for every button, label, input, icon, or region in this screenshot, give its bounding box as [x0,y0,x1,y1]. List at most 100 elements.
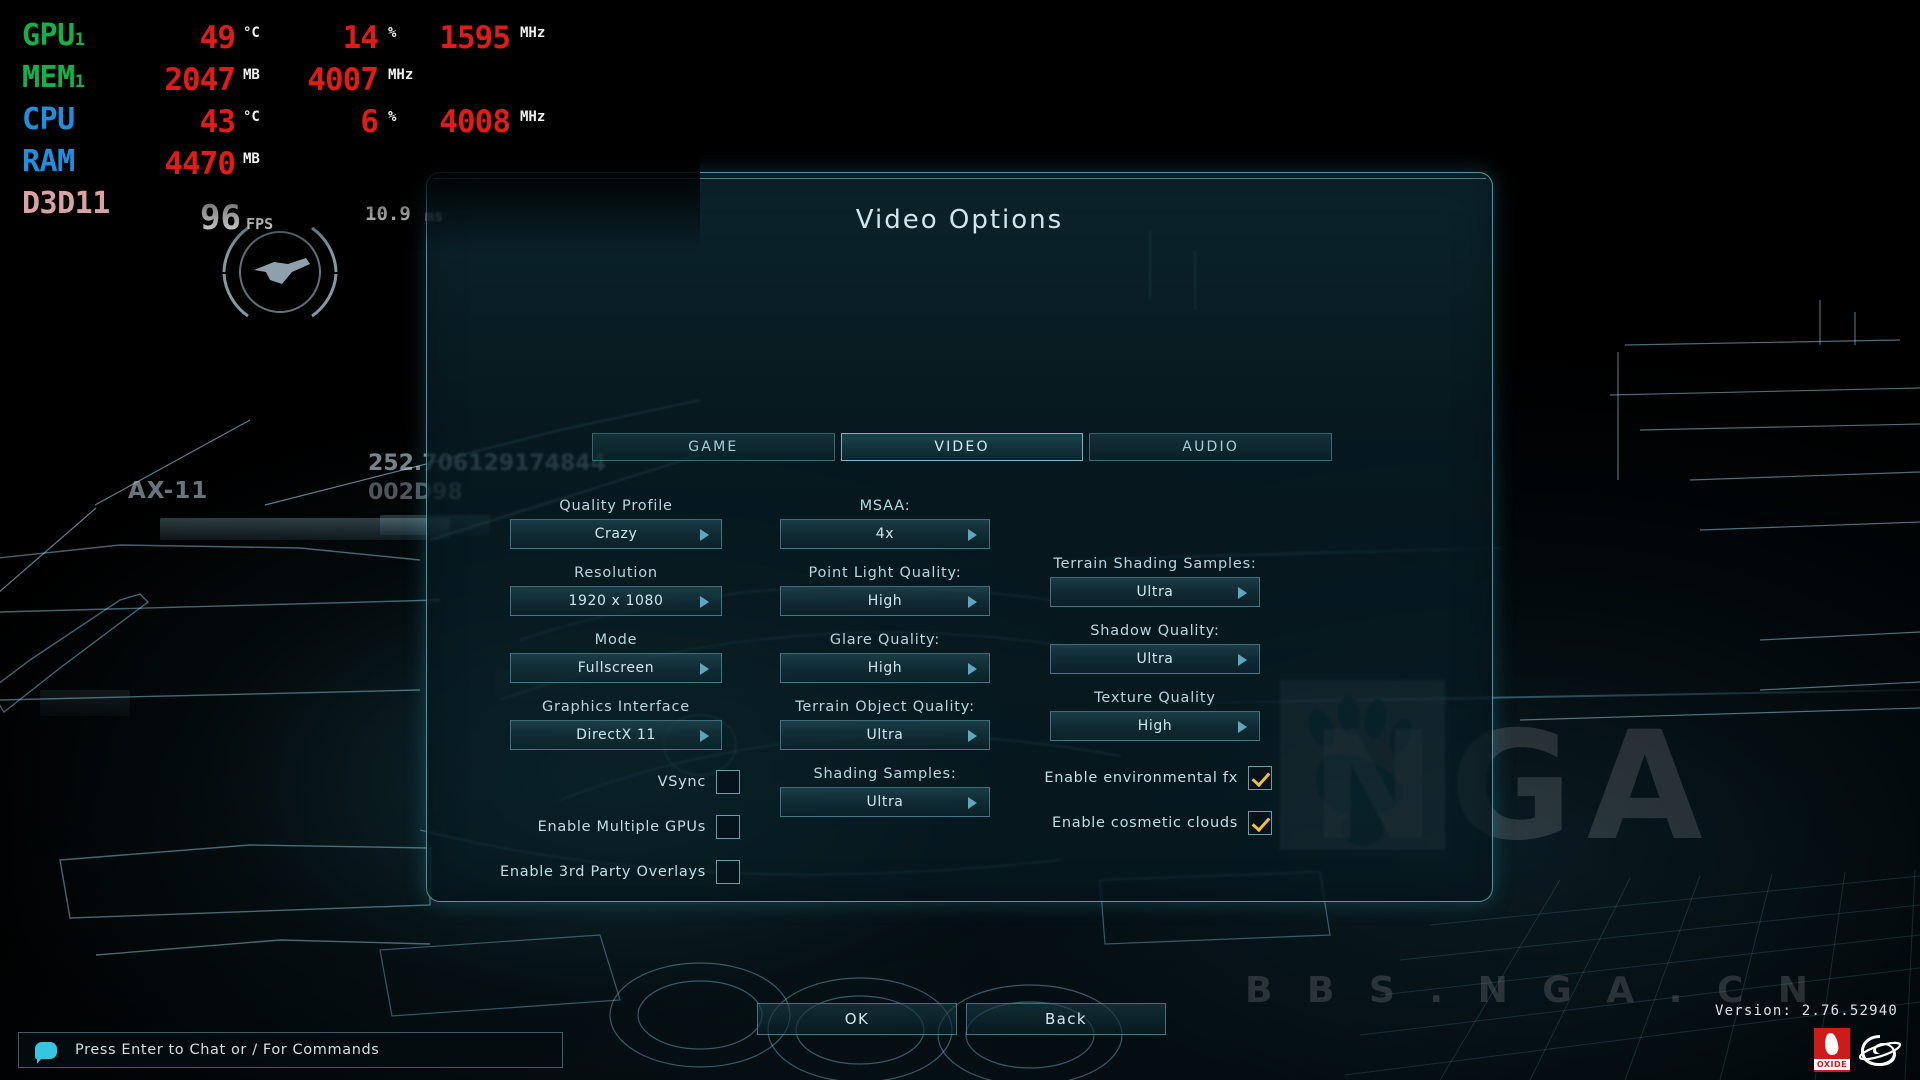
dropdown-resolution[interactable]: 1920 x 1080 [510,586,722,616]
hwmon-label-ram: RAM [22,144,75,179]
value-point-light-quality: High [867,593,903,609]
hwmon-row-mem: MEM1 2047 MB 4007 MHz [0,60,700,102]
hwmon-row-ram: RAM 4470 MB [0,144,700,186]
checkbox-row-enable-multiple-gpus: Enable Multiple GPUs [510,815,740,839]
hwmon-cpu-temp: 43 [199,104,236,140]
label-shadow-quality: Shadow Quality: [1090,623,1220,639]
value-mode: Fullscreen [577,660,655,676]
dropdown-shading-samples[interactable]: Ultra [780,787,990,817]
chevron-right-icon [700,663,709,675]
stardock-logo [1858,1035,1902,1066]
value-quality-profile: Crazy [594,526,638,542]
setting-shadow-quality: Shadow Quality: Ultra [1050,623,1260,674]
dropdown-terrain-object-quality[interactable]: Ultra [780,720,990,750]
chat-input-bar[interactable]: Press Enter to Chat or / For Commands [18,1032,563,1068]
setting-terrain-object-quality: Terrain Object Quality: Ultra [780,699,990,750]
hwmon-gpu-clock-unit: MHz [520,25,546,41]
checkbox-row-enable-environmental-fx: Enable environmental fx [1027,766,1272,790]
label-mode: Mode [594,632,638,648]
dropdown-shadow-quality[interactable]: Ultra [1050,644,1260,674]
oxide-logo-text: OXIDE [1814,1059,1850,1070]
flame-icon [1823,1032,1840,1056]
setting-glare-quality: Glare Quality: High [780,632,990,683]
label-enable-3rd-party-overlays: Enable 3rd Party Overlays [500,864,706,880]
chevron-right-icon [1238,654,1247,666]
label-enable-environmental-fx: Enable environmental fx [1044,770,1238,786]
checkbox-enable-multiple-gpus[interactable] [716,815,740,839]
chat-hint-text: Press Enter to Chat or / For Commands [75,1042,380,1058]
value-resolution: 1920 x 1080 [568,593,664,609]
hwmon-mem-clock-unit: MHz [388,67,414,83]
hwmon-mem-used: 2047 [164,62,236,98]
checkbox-row-enable-3rd-party-overlays: Enable 3rd Party Overlays [497,860,740,884]
dropdown-quality-profile[interactable]: Crazy [510,519,722,549]
value-graphics-interface: DirectX 11 [576,727,656,743]
dropdown-texture-quality[interactable]: High [1050,711,1260,741]
chevron-right-icon [968,730,977,742]
value-terrain-shading-samples: Ultra [1136,584,1174,600]
setting-quality-profile: Quality Profile Crazy [510,498,722,549]
setting-resolution: Resolution 1920 x 1080 [510,565,722,616]
checkbox-enable-environmental-fx[interactable] [1248,766,1272,790]
speech-bubble-icon [35,1041,57,1064]
value-shadow-quality: Ultra [1136,651,1174,667]
oxide-logo: OXIDE [1814,1028,1850,1072]
video-options-dialog: Video Options GAME VIDEO AUDIO Quality P… [426,172,1493,1035]
hwmon-label-mem: MEM1 [22,60,85,95]
setting-texture-quality: Texture Quality High [1050,690,1260,741]
hwmon-gpu-load: 14 [342,20,379,56]
chevron-right-icon [968,663,977,675]
label-msaa: MSAA: [859,498,911,514]
dropdown-mode[interactable]: Fullscreen [510,653,722,683]
dropdown-msaa[interactable]: 4x [780,519,990,549]
tab-game[interactable]: GAME [592,433,835,461]
label-glare-quality: Glare Quality: [829,632,941,648]
label-point-light-quality: Point Light Quality: [808,565,962,581]
value-shading-samples: Ultra [866,794,904,810]
setting-point-light-quality: Point Light Quality: High [780,565,990,616]
hwmon-label-gpu: GPU1 [22,18,85,53]
dropdown-terrain-shading-samples[interactable]: Ultra [1050,577,1260,607]
checkbox-vsync[interactable] [716,770,740,794]
hwmon-ram-used: 4470 [164,146,236,182]
chevron-right-icon [1238,721,1247,733]
chevron-right-icon [968,529,977,541]
checkbox-enable-3rd-party-overlays[interactable] [716,860,740,884]
chevron-right-icon [968,797,977,809]
hwmon-cpu-clock: 4008 [439,104,511,140]
label-terrain-shading-samples: Terrain Shading Samples: [1053,556,1257,572]
settings-tab-bar: GAME VIDEO AUDIO [592,433,1333,461]
setting-terrain-shading-samples: Terrain Shading Samples: Ultra [1050,556,1260,607]
dropdown-point-light-quality[interactable]: High [780,586,990,616]
setting-msaa: MSAA: 4x [780,498,990,549]
checkbox-enable-cosmetic-clouds[interactable] [1248,811,1272,835]
label-vsync: VSync [657,774,706,790]
back-button[interactable]: Back [966,1003,1166,1035]
label-resolution: Resolution [574,565,658,581]
dropdown-graphics-interface[interactable]: DirectX 11 [510,720,722,750]
hwmon-cpu-load: 6 [360,104,379,140]
label-enable-cosmetic-clouds: Enable cosmetic clouds [1052,815,1238,831]
hwmon-gpu-temp-unit: °C [243,25,260,41]
ok-button[interactable]: OK [757,1003,957,1035]
checkbox-row-vsync: VSync [510,770,740,794]
tab-audio[interactable]: AUDIO [1089,433,1333,461]
scene-hull-plate [40,690,130,716]
label-quality-profile: Quality Profile [559,498,673,514]
label-texture-quality: Texture Quality [1094,690,1216,706]
label-enable-multiple-gpus: Enable Multiple GPUs [537,819,706,835]
hwmon-label-api: D3D11 [22,186,110,221]
hwmon-row-gpu: GPU1 49 °C 14 % 1595 MHz [0,18,700,60]
hwmon-cpu-temp-unit: °C [243,109,260,125]
label-graphics-interface: Graphics Interface [542,699,690,715]
hwmon-gpu-clock: 1595 [439,20,511,56]
hwmon-cpu-clock-unit: MHz [520,109,546,125]
label-shading-samples: Shading Samples: [813,766,957,782]
scene-vehicle-tag: AX-11 [128,478,209,504]
hwmon-gpu-temp: 49 [199,20,236,56]
tab-video[interactable]: VIDEO [840,433,1084,461]
hwmon-row-cpu: CPU 43 °C 6 % 4008 MHz [0,102,700,144]
dropdown-glare-quality[interactable]: High [780,653,990,683]
value-terrain-object-quality: Ultra [866,727,904,743]
chevron-right-icon [968,596,977,608]
